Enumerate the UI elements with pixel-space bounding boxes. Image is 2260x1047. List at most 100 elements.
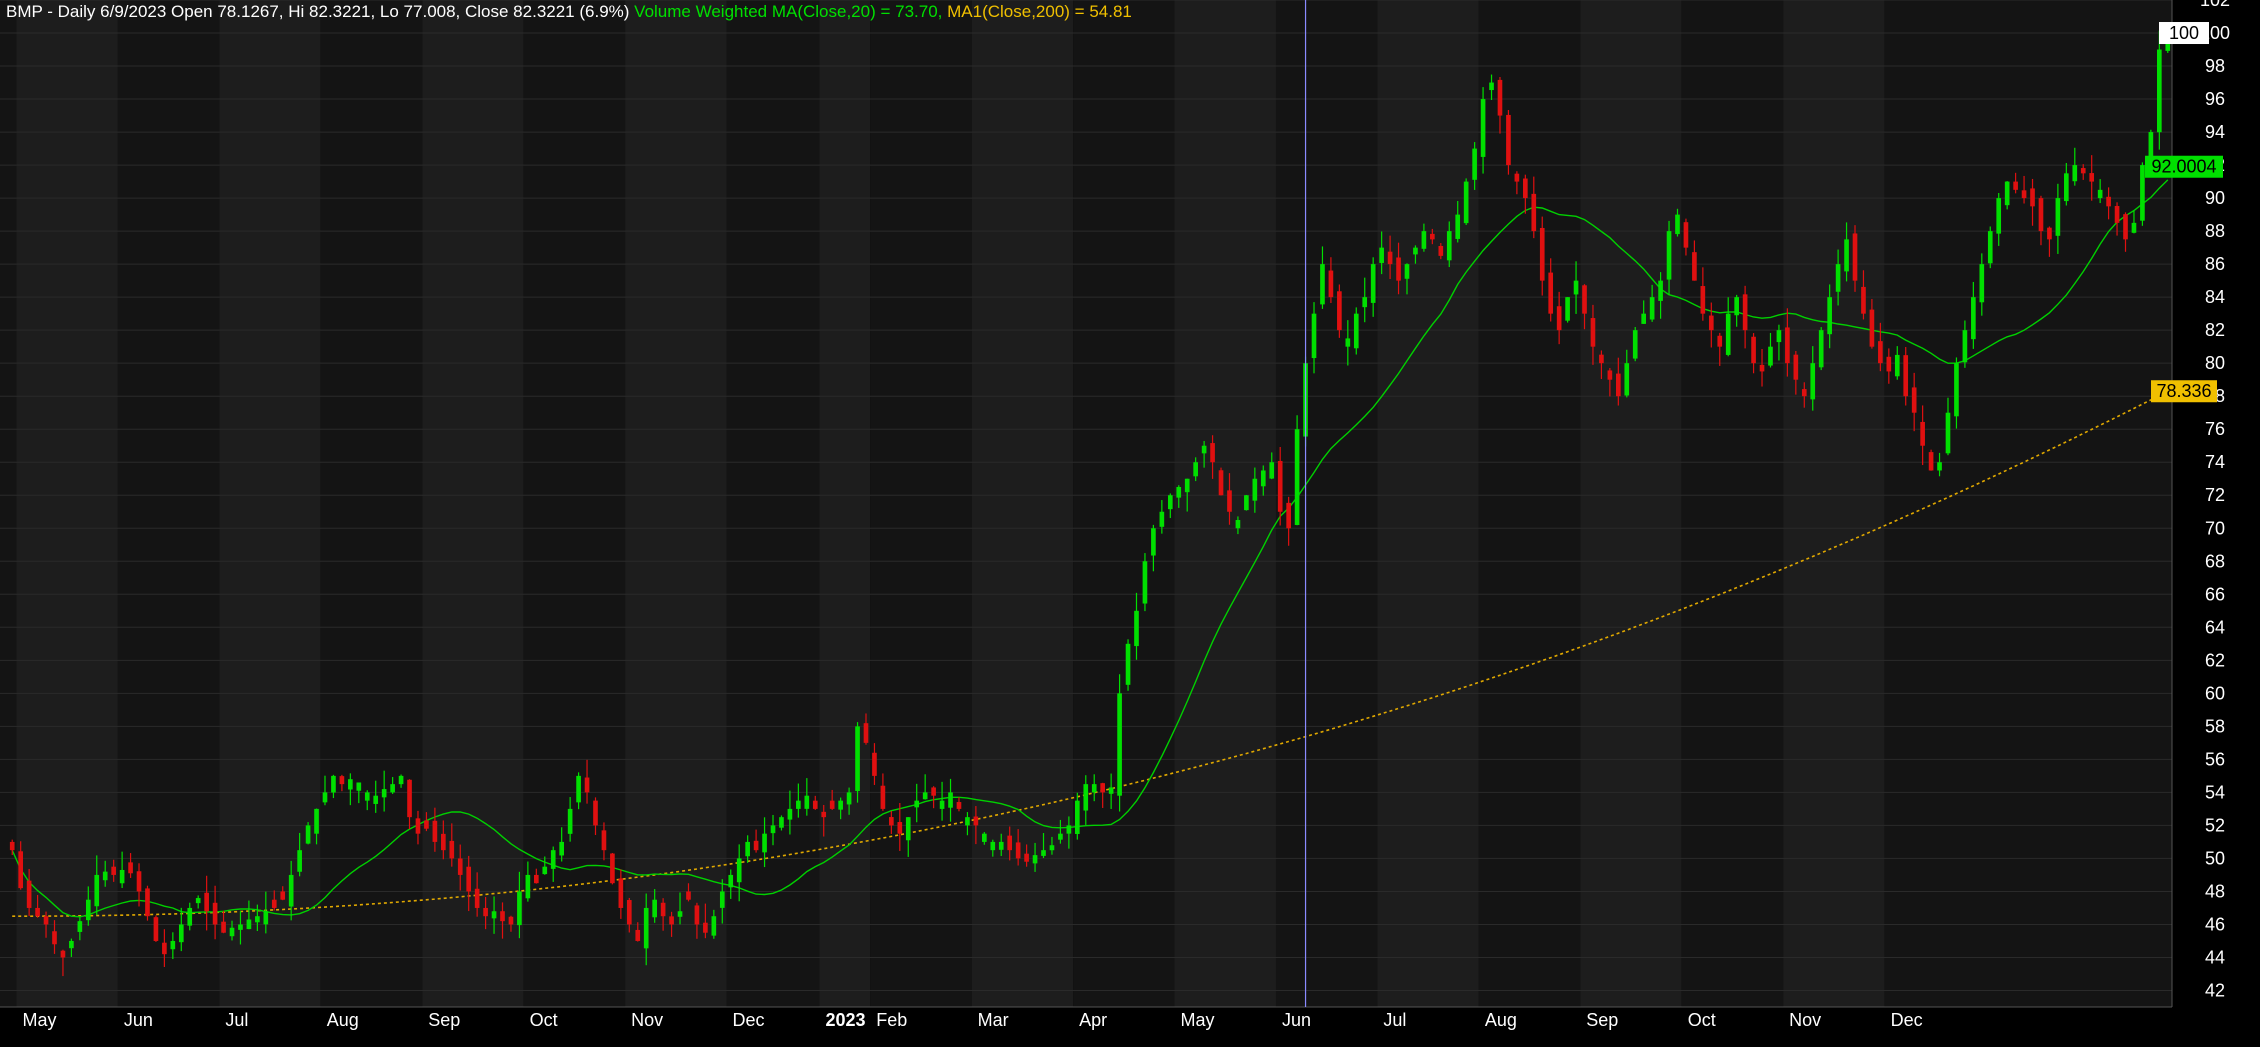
candle-body [880, 785, 886, 809]
x-tick-label: Jul [225, 1010, 248, 1030]
month-band [1681, 0, 1784, 1007]
candle-body [1497, 79, 1503, 116]
y-tick-label: 60 [2205, 683, 2225, 703]
candle-body [626, 900, 632, 925]
candle-body [1624, 363, 1630, 396]
candle-body [356, 782, 362, 791]
candle-body [204, 892, 209, 912]
candle-body [1835, 264, 1841, 292]
candle-body [1227, 490, 1232, 512]
candle-body [373, 795, 379, 804]
candle-body [779, 817, 784, 828]
candle-body [18, 851, 24, 889]
candle-body [1167, 495, 1173, 510]
candle-body [424, 820, 429, 829]
candle-body [965, 817, 970, 826]
candle-body [500, 911, 505, 922]
month-band [726, 0, 820, 1007]
candle-body [305, 825, 311, 844]
y-tick-label: 64 [2205, 617, 2225, 637]
candle-body [517, 891, 522, 926]
candle-body [762, 833, 767, 853]
candle-body [441, 833, 446, 851]
candle-body [2030, 188, 2035, 207]
candle-body [60, 950, 66, 958]
candle-body [187, 907, 193, 926]
candle-body [390, 784, 395, 793]
candle-body [1852, 233, 1858, 281]
y-tick-label: 90 [2205, 188, 2225, 208]
candle-body [1058, 833, 1063, 840]
month-band [1478, 0, 1581, 1007]
candle-body [2004, 181, 2010, 206]
candle-body [593, 800, 598, 826]
ma200-price-label: 78.336 [2151, 380, 2217, 403]
candle-body [931, 787, 936, 796]
x-tick-label: Apr [1079, 1010, 1107, 1030]
candle-body [660, 902, 666, 917]
y-tick-label: 72 [2205, 485, 2225, 505]
candle-body [449, 840, 455, 859]
month-band [422, 0, 524, 1007]
x-tick-label: Nov [631, 1010, 663, 1030]
candle-body [1979, 264, 1985, 303]
y-tick-label: 74 [2205, 452, 2225, 472]
svg-text:78.336: 78.336 [2156, 381, 2211, 401]
candle-body [238, 924, 243, 930]
candle-body [2021, 190, 2027, 199]
candle-body [1066, 825, 1072, 834]
candle-body [990, 841, 996, 851]
candle-body [69, 940, 74, 949]
month-band [1174, 0, 1276, 1007]
svg-text:100: 100 [2169, 23, 2199, 43]
y-tick-label: 62 [2205, 650, 2225, 670]
y-tick-label: 76 [2205, 419, 2225, 439]
candle-body [1954, 363, 1959, 417]
candle-body [170, 940, 176, 950]
x-tick-label: Oct [1688, 1010, 1716, 1030]
y-tick-label: 102 [2200, 0, 2230, 10]
y-tick-label: 54 [2205, 782, 2225, 802]
x-tick-label: 2023 [826, 1010, 866, 1030]
candle-body [643, 907, 649, 949]
candle-body [973, 816, 979, 826]
candle-body [1539, 227, 1545, 281]
candle-body [1632, 330, 1638, 359]
candle-body [2089, 173, 2095, 182]
candle-body [2038, 198, 2044, 232]
candle-body [2055, 198, 2061, 236]
candle-body [694, 905, 700, 925]
y-tick-label: 44 [2205, 947, 2225, 967]
candle-body [178, 924, 184, 943]
candle-body [652, 899, 657, 918]
candle-body [998, 841, 1004, 850]
candle-body [821, 811, 827, 818]
candle-body [26, 880, 32, 908]
candle-body [1176, 486, 1182, 498]
candle-body [1692, 252, 1697, 281]
candle-body [669, 916, 674, 925]
candle-body [1472, 148, 1477, 180]
candle-body [1971, 297, 1976, 340]
chart-area[interactable]: 4244464850525456586062646668707274767880… [0, 0, 2260, 1047]
candle-body [297, 850, 302, 872]
candle-body [2114, 206, 2120, 223]
y-tick-label: 82 [2205, 320, 2225, 340]
candle-body [922, 792, 928, 800]
candlestick-chart[interactable]: 4244464850525456586062646668707274767880… [0, 0, 2260, 1047]
candle-body [1514, 173, 1520, 182]
y-tick-label: 66 [2205, 584, 2225, 604]
candle-body [1894, 354, 1900, 377]
candle-body [2140, 165, 2145, 221]
candle-body [948, 792, 953, 808]
candle-body [584, 777, 590, 793]
month-band [1783, 0, 1885, 1007]
candle-body [533, 874, 539, 884]
month-band [0, 0, 17, 1007]
candle-body [1768, 346, 1773, 366]
y-tick-label: 70 [2205, 518, 2225, 538]
candle-body [483, 907, 488, 917]
candle-body [1353, 313, 1359, 349]
candle-body [1074, 800, 1080, 834]
month-band [870, 0, 972, 1007]
